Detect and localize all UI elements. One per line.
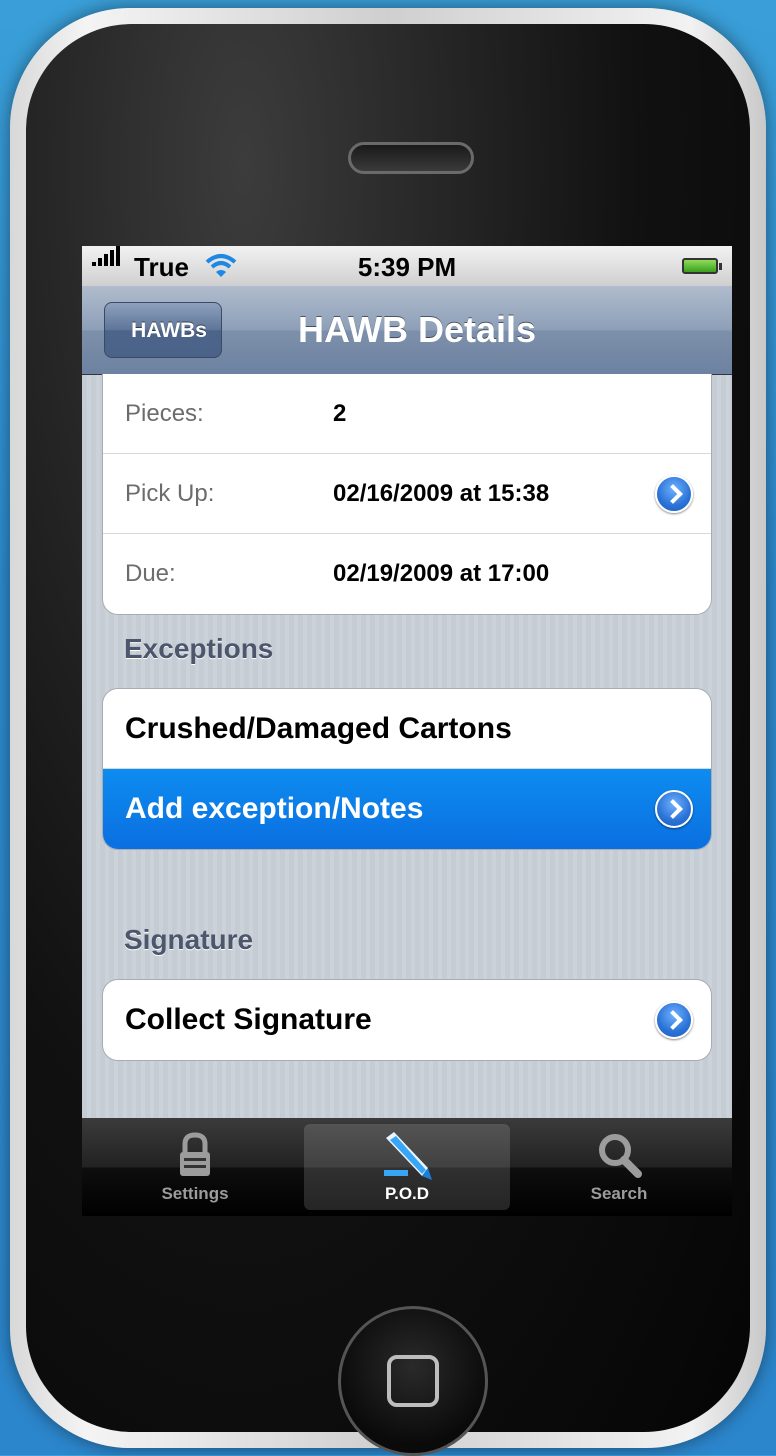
exception-item[interactable]: Crushed/Damaged Cartons — [103, 689, 711, 769]
signature-group: Collect Signature — [102, 979, 712, 1061]
detail-row-due: Due: 02/19/2009 at 17:00 — [103, 534, 711, 614]
detail-value: 2 — [333, 400, 347, 427]
detail-label: Pick Up: — [125, 480, 215, 507]
tab-pod[interactable]: P.O.D — [304, 1124, 510, 1210]
detail-label: Pieces: — [125, 400, 204, 427]
add-exception-title: Add exception/Notes — [125, 792, 424, 825]
disclosure-button-icon[interactable] — [655, 790, 693, 828]
status-bar: True 5:39 PM — [82, 246, 732, 286]
earpiece-speaker — [348, 142, 474, 174]
home-button[interactable] — [338, 1306, 488, 1456]
detail-label: Due: — [125, 560, 176, 587]
back-button-label: HAWBs — [131, 319, 207, 342]
detail-row-pieces: Pieces: 2 — [103, 374, 711, 454]
tab-search[interactable]: Search — [516, 1124, 722, 1210]
detail-row-pickup[interactable]: Pick Up: 02/16/2009 at 15:38 — [103, 454, 711, 534]
tab-settings[interactable]: Settings — [92, 1124, 298, 1210]
disclosure-button-icon[interactable] — [655, 1001, 693, 1039]
details-group: Pieces: 2 Pick Up: 02/16/2009 at 15:38 D… — [102, 374, 712, 615]
magnifier-icon — [599, 1134, 642, 1178]
collect-signature-title: Collect Signature — [125, 1003, 372, 1036]
add-exception-notes-row[interactable]: Add exception/Notes — [103, 769, 711, 849]
section-header-exceptions: Exceptions — [124, 633, 274, 664]
disclosure-button-icon[interactable] — [655, 475, 693, 513]
page-title: HAWB Details — [297, 309, 537, 350]
tab-label: Settings — [161, 1184, 229, 1203]
detail-value: 02/19/2009 at 17:00 — [333, 560, 550, 587]
collect-signature-row[interactable]: Collect Signature — [103, 980, 711, 1060]
exception-title: Crushed/Damaged Cartons — [125, 712, 512, 745]
tab-label: Search — [590, 1184, 648, 1203]
home-square-icon — [387, 1355, 439, 1407]
battery-icon — [682, 258, 722, 274]
navigation-bar: HAWBs HAWB Details — [82, 286, 732, 375]
status-time: 5:39 PM — [357, 252, 457, 282]
detail-value: 02/16/2009 at 15:38 — [333, 480, 550, 507]
phone-screen: True 5:39 PM HAWBs HAWB Details Pieces: … — [82, 246, 732, 1216]
back-button-hawbs[interactable]: HAWBs — [82, 300, 222, 359]
lock-icon — [180, 1132, 210, 1176]
section-header-signature: Signature — [124, 924, 254, 955]
pen-icon — [384, 1132, 432, 1180]
tab-label: P.O.D — [384, 1184, 430, 1203]
tab-bar: Settings P.O.D Search — [82, 1118, 732, 1216]
exceptions-group: Crushed/Damaged Cartons Add exception/No… — [102, 688, 712, 850]
